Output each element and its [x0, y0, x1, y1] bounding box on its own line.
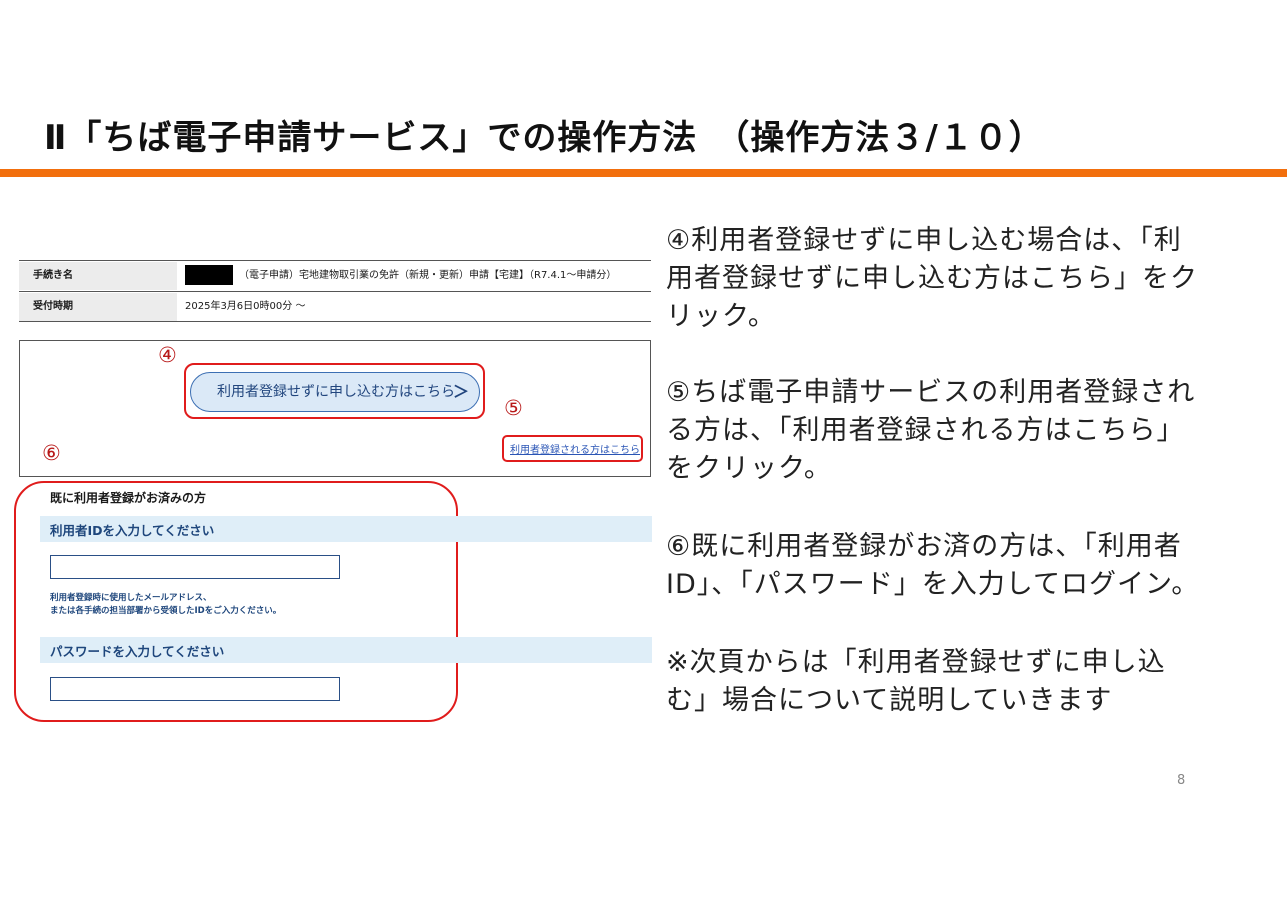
userid-help-line: 利用者登録時に使用したメールアドレス、: [50, 593, 212, 603]
marker-4: ④: [158, 343, 177, 367]
password-input[interactable]: [50, 677, 340, 701]
userid-help-line: または各手続の担当部署から受領したIDをご入力ください。: [50, 606, 282, 616]
instruction-line: ID」、「パスワード」を入力してログイン。: [666, 569, 1200, 600]
instruction-line: ⑤ちば電子申請サービスの利用者登録され: [666, 377, 1196, 408]
instruction-6: ⑥既に利用者登録がお済の方は、「利用者 ID」、「パスワード」を入力してログイン…: [666, 528, 1199, 604]
redaction-block: [185, 265, 233, 285]
instruction-line: リック。: [666, 301, 776, 332]
title-underline: [0, 169, 1287, 177]
note-line: ※次頁からは「利用者登録せずに申し込: [666, 647, 1166, 678]
instruction-line: ④利用者登録せずに申し込む場合は、「利: [666, 225, 1182, 256]
row-divider: [19, 291, 651, 292]
chevron-right-icon: ＞: [452, 382, 469, 401]
procedure-row: 手続き名 （電子申請）宅地建物取引業の免許（新規・更新）申請【宅建】（R7.4.…: [19, 262, 651, 290]
note-line: む」場合について説明していきます: [666, 685, 1113, 716]
next-page-note: ※次頁からは「利用者登録せずに申し込 む」場合について説明していきます: [666, 644, 1166, 720]
register-link[interactable]: 利用者登録される方はこちら: [510, 441, 640, 456]
period-value: 2025年3月6日0時00分 〜: [185, 301, 306, 312]
instruction-line: をクリック。: [666, 453, 832, 484]
row-divider: [19, 260, 651, 261]
no-register-button[interactable]: 利用者登録せずに申し込む方はこちら ＞: [190, 372, 480, 412]
period-row: 受付時期 2025年3月6日0時00分 〜: [19, 293, 651, 321]
slide-title: Ⅱ「ちば電子申請サービス」での操作方法 （操作方法３/１０）: [44, 118, 1044, 158]
instruction-5: ⑤ちば電子申請サービスの利用者登録され る方は、「利用者登録される方はこちら」 …: [666, 374, 1195, 488]
page-number: 8: [1177, 773, 1186, 788]
userid-input[interactable]: [50, 555, 340, 579]
period-label: 受付時期: [19, 293, 177, 321]
no-register-button-label: 利用者登録せずに申し込む方はこちら: [217, 384, 455, 400]
marker-6: ⑥: [42, 441, 61, 465]
instruction-line: 用者登録せずに申し込む方はこちら」をク: [666, 263, 1198, 294]
userid-help: 利用者登録時に使用したメールアドレス、 または各手続の担当部署から受領したIDを…: [50, 592, 281, 618]
row-divider: [19, 321, 651, 322]
instruction-line: る方は、「利用者登録される方はこちら」: [666, 415, 1185, 446]
procedure-label: 手続き名: [19, 262, 177, 290]
userid-label: 利用者IDを入力してください: [50, 523, 215, 538]
procedure-value: （電子申請）宅地建物取引業の免許（新規・更新）申請【宅建】（R7.4.1〜申請分…: [239, 270, 617, 281]
login-heading: 既に利用者登録がお済みの方: [50, 491, 207, 505]
marker-5: ⑤: [504, 396, 523, 420]
instruction-4: ④利用者登録せずに申し込む場合は、「利 用者登録せずに申し込む方はこちら」をク …: [666, 222, 1198, 336]
password-label: パスワードを入力してください: [50, 644, 225, 659]
instruction-line: ⑥既に利用者登録がお済の方は、「利用者: [666, 531, 1182, 562]
